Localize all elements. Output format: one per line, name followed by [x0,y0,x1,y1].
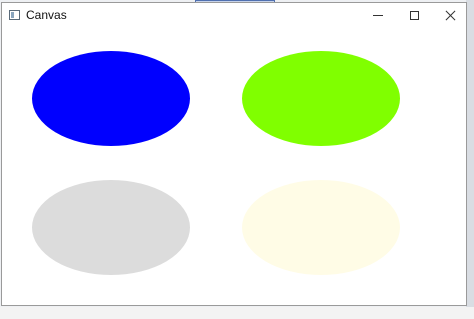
minimize-button[interactable] [360,3,396,28]
canvas-window: Canvas [1,2,467,306]
canvas-area [2,28,466,305]
blue-ellipse [32,51,190,146]
lime-ellipse [242,51,400,146]
background-editor-strip [0,307,474,319]
maximize-icon [409,11,419,20]
gray-ellipse [32,180,190,275]
maximize-button[interactable] [396,3,432,28]
close-button[interactable] [432,3,468,28]
ivory-ellipse [242,180,400,275]
minimize-icon [373,15,383,16]
background-window-edge [466,0,474,319]
window-app-icon [9,10,20,20]
window-title: Canvas [26,8,67,22]
title-bar[interactable]: Canvas [2,3,466,28]
close-icon [445,10,456,21]
